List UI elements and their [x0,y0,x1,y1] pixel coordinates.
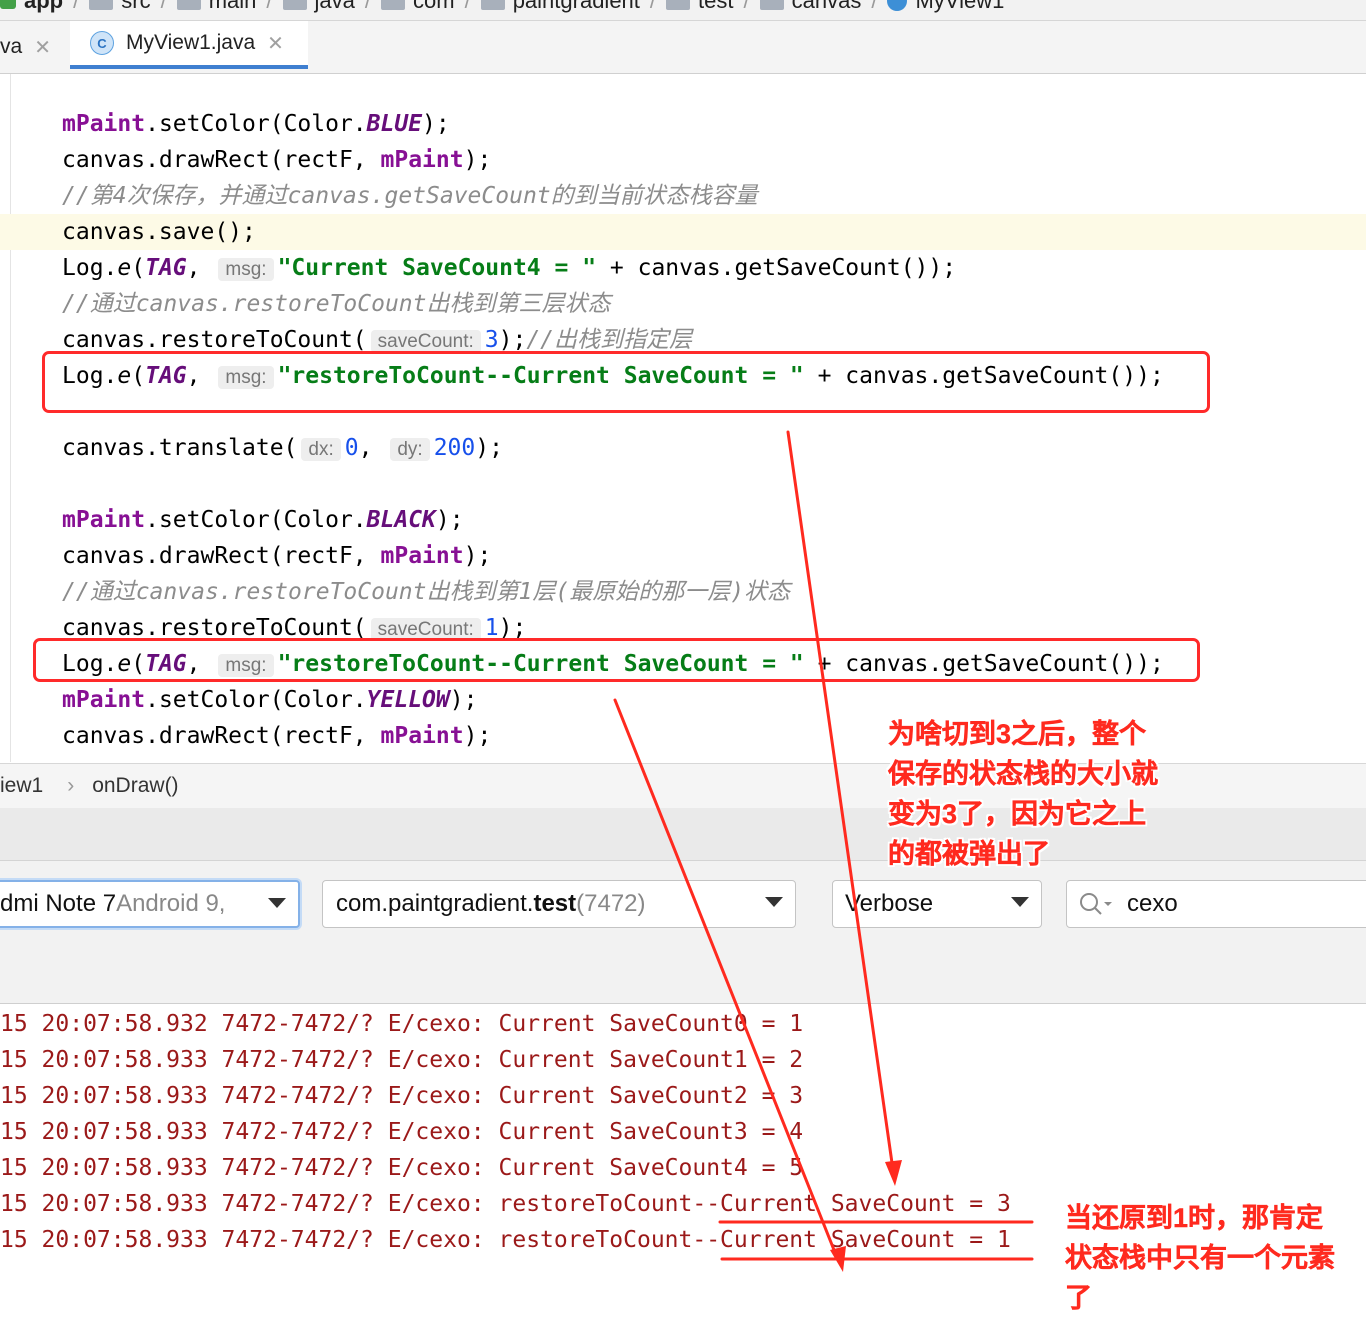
crumb-com[interactable]: com [381,0,455,14]
crumb-separator: / [743,0,750,13]
folder-icon [759,0,784,10]
folder-icon [176,0,201,10]
search-field[interactable]: cexo [1066,880,1366,928]
crumb-separator: / [464,0,471,13]
param-hint: saveCount: [370,330,481,353]
folder-icon [282,0,307,10]
log-line: 15 20:07:58.933 7472-7472/? E/cexo: Curr… [0,1047,804,1073]
panel-header [0,808,1366,861]
crumb-src[interactable]: src [89,0,151,14]
param-hint: msg: [218,258,274,281]
code-comment: //第4次保存，并通过canvas.getSaveCount的到当前状态栈容量 [62,183,758,209]
code-line: mPaint.setColor(Color.BLUE); [62,111,450,137]
device-select[interactable]: dmi Note 7 Android 9, [0,880,300,928]
crumb-class[interactable]: iew1 [0,774,43,798]
crumb-app[interactable]: app [0,0,63,14]
folder-icon [89,0,114,10]
tab-myview1-java[interactable]: C MyView1.java ✕ [70,21,308,69]
structure-breadcrumb: iew1 › onDraw() [0,763,1366,809]
crumb-method[interactable]: onDraw() [92,774,178,798]
crumb-separator: / [871,0,878,13]
param-hint: dx: [301,438,341,461]
crumb-myview1[interactable]: MyView1 [887,0,1004,14]
log-line: 15 20:07:58.933 7472-7472/? E/cexo: Curr… [0,1155,804,1181]
crumb-separator: / [266,0,273,13]
crumb-java[interactable]: java [282,0,355,14]
crumb-main[interactable]: main [176,0,256,14]
editor-tabs: va ✕ C MyView1.java ✕ [0,21,1366,74]
class-icon [887,0,908,11]
gutter [10,74,11,762]
close-icon[interactable]: ✕ [34,35,51,60]
code-line: mPaint.setColor(Color.YELLOW); [62,687,478,713]
crumb-separator: / [649,0,657,13]
module-icon [0,0,16,9]
log-line: 15 20:07:58.933 7472-7472/? E/cexo: Curr… [0,1083,804,1109]
folder-icon [480,0,505,10]
chevron-right-icon: › [67,774,75,797]
code-line: canvas.drawRect(rectF, mPaint); [62,723,492,749]
chevron-down-icon [1011,897,1029,907]
class-icon: C [90,31,114,55]
code-line: canvas.drawRect(rectF, mPaint); [62,543,492,569]
code-line: canvas.save(); [62,219,256,245]
log-line: 15 20:07:58.933 7472-7472/? E/cexo: Curr… [0,1119,804,1145]
log-line: 15 20:07:58.933 7472-7472/? E/cexo: rest… [0,1227,1011,1253]
search-input[interactable]: cexo [1113,890,1178,918]
annotation-note-2: 当还原到1时，那肯定 状态栈中只有一个元素 了 [1065,1203,1335,1313]
navigation-bar: app / src / main / java / com / paintgra… [0,0,1366,21]
chevron-down-icon [765,897,783,907]
code-line: Log.e(TAG, msg: "Current SaveCount4 = " +… [62,255,957,281]
highlight-box [42,351,1210,413]
highlight-box [33,638,1200,682]
crumb-paintgradient[interactable]: paintgradient [480,0,640,14]
code-line: mPaint.setColor(Color.BLACK); [62,507,464,533]
search-icon [1080,893,1112,915]
param-hint: dy: [390,438,430,461]
code-line: canvas.drawRect(rectF, mPaint); [62,147,492,173]
log-level-select[interactable]: Verbose [832,880,1042,928]
logcat-toolbar: dmi Note 7 Android 9, com.paintgradient.… [0,861,1366,1004]
crumb-canvas[interactable]: canvas [759,0,861,14]
crumb-separator: / [160,0,167,13]
close-icon[interactable]: ✕ [267,31,284,56]
code-comment: //通过canvas.restoreToCount出栈到第1层(最原始的那一层)… [62,579,791,605]
log-line: 15 20:07:58.932 7472-7472/? E/cexo: Curr… [0,1011,804,1037]
annotation-note-1: 为啥切到3之后，整个 保存的状态栈的大小就 变为3了，因为它之上 的都被弹出了 [888,719,1158,869]
process-select[interactable]: com.paintgradient. test (7472) [322,880,796,928]
crumb-separator: / [73,0,80,13]
chevron-down-icon [268,898,286,908]
code-comment: //通过canvas.restoreToCount出栈到第三层状态 [62,291,611,317]
folder-icon [666,0,691,10]
folder-icon [381,0,405,10]
crumb-separator: / [364,0,371,13]
log-line: 15 20:07:58.933 7472-7472/? E/cexo: rest… [0,1191,1011,1217]
crumb-test[interactable]: test [666,0,734,14]
code-line: canvas.translate(dx: 0, dy: 200); [62,435,503,461]
tab-previous[interactable]: va ✕ [0,21,51,73]
